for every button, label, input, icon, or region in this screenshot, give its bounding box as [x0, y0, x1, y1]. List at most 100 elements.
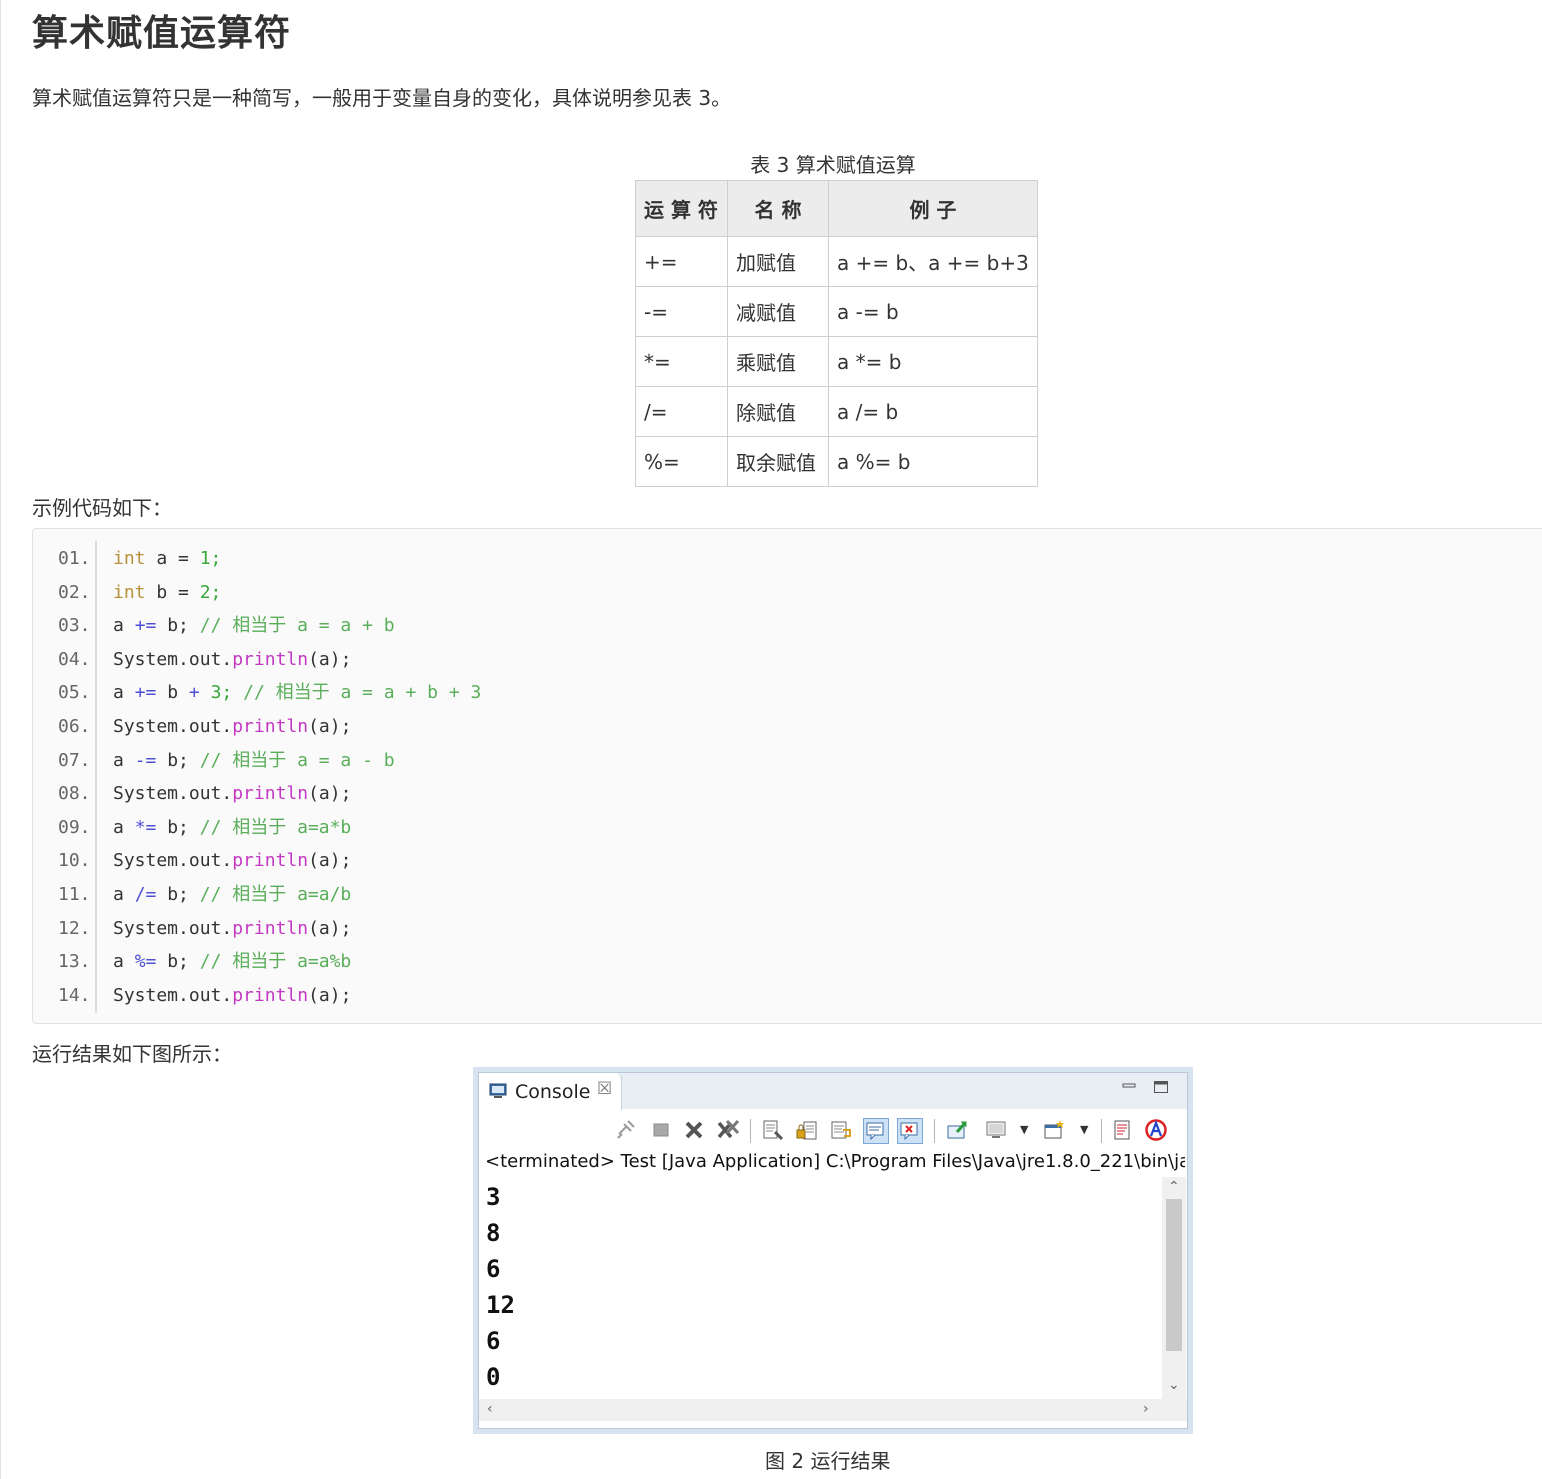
code-line-number: 12. — [58, 917, 91, 939]
code-intro-label: 示例代码如下： — [32, 496, 172, 520]
code-line-text: a *= b; // 相当于 a=a*b — [113, 816, 352, 838]
pin-console-icon[interactable] — [614, 1118, 638, 1142]
chevron-down-icon[interactable]: ▼ — [1020, 1123, 1028, 1136]
terminated-status-line: <terminated> Test [Java Application] C:\… — [485, 1151, 1185, 1172]
maximize-icon[interactable] — [1153, 1079, 1169, 1095]
clear-console-icon[interactable] — [761, 1118, 785, 1142]
page-left-border — [0, 0, 1, 1479]
table-row: %= 取余赋值 a %= b — [635, 436, 1038, 487]
code-line-text: System.out.println(a); — [113, 716, 352, 737]
console-view: Console ☒ ▼ ▼ <terminated> Test [Java Ap… — [478, 1072, 1188, 1429]
code-line: 11. a /= b; // 相当于 a=a/b — [58, 878, 351, 912]
analyze-icon[interactable] — [1144, 1118, 1168, 1142]
scroll-lock-icon[interactable] — [795, 1118, 819, 1142]
table-header-operator: 运 算 符 — [635, 180, 728, 237]
table-cell-name: 除赋值 — [727, 386, 829, 437]
code-line-text: int b = 2; — [113, 581, 222, 603]
code-line-number: 09. — [58, 816, 91, 838]
code-line: 09. a *= b; // 相当于 a=a*b — [58, 811, 351, 845]
scroll-up-icon[interactable]: ⌃ — [1168, 1179, 1180, 1195]
code-line-text: a -= b; // 相当于 a = a - b — [113, 749, 395, 771]
code-line-text: System.out.println(a); — [113, 984, 352, 1006]
code-line-text: System.out.println(a); — [113, 917, 352, 939]
operators-table: 运 算 符 名 称 例 子 += 加赋值 a += b、a += b+3 -= … — [635, 180, 1038, 487]
code-line: 06. System.out.println(a); — [58, 710, 351, 744]
code-line: 05. a += b + 3; // 相当于 a = a + b + 3 — [58, 676, 481, 710]
console-output-line: 12 — [486, 1291, 515, 1319]
code-line-number: 01. — [58, 548, 91, 569]
code-line: 03. a += b; // 相当于 a = a + b — [58, 609, 395, 643]
console-output-line: 3 — [486, 1183, 501, 1211]
code-line: 13. a %= b; // 相当于 a=a%b — [58, 945, 351, 979]
console-output[interactable]: 3 8 6 12 6 0 — [479, 1177, 1159, 1397]
code-line-text: a /= b; // 相当于 a=a/b — [113, 884, 352, 905]
copy-icon[interactable] — [1111, 1118, 1135, 1142]
code-line: 01. int a = 1; — [58, 542, 221, 576]
table-cell-operator: *= — [635, 336, 728, 387]
remove-all-terminated-icon[interactable] — [716, 1118, 740, 1142]
toolbar-separator — [750, 1119, 751, 1143]
table-row: *= 乘赋值 a *= b — [635, 336, 1038, 387]
tab-console-label: Console — [515, 1081, 591, 1103]
console-output-line: 0 — [486, 1363, 501, 1391]
code-line: 07. a -= b; // 相当于 a = a - b — [58, 744, 395, 778]
console-tab-strip: Console ☒ — [479, 1073, 1187, 1110]
table-cell-name: 加赋值 — [727, 236, 829, 287]
table-row: += 加赋值 a += b、a += b+3 — [635, 236, 1038, 287]
show-on-stdout-icon[interactable] — [863, 1118, 889, 1144]
code-line-number: 10. — [58, 850, 91, 872]
table-cell-example: a /= b — [828, 386, 1038, 437]
code-line-number: 07. — [58, 749, 91, 771]
table-cell-name: 减赋值 — [727, 286, 829, 337]
code-line: 08. System.out.println(a); — [58, 777, 351, 811]
table-cell-operator: += — [635, 236, 728, 287]
code-line: 02. int b = 2; — [58, 576, 221, 610]
code-line-number: 02. — [58, 581, 91, 603]
word-wrap-icon[interactable] — [829, 1118, 853, 1142]
result-intro-label: 运行结果如下图所示： — [32, 1042, 232, 1066]
code-line-number: 13. — [58, 951, 91, 973]
table-cell-example: a -= b — [828, 286, 1038, 337]
vertical-scrollbar[interactable]: ⌃ ⌄ — [1162, 1177, 1186, 1399]
console-icon — [489, 1083, 507, 1099]
table-cell-operator: /= — [635, 386, 728, 437]
code-line-number: 06. — [58, 716, 91, 737]
scroll-right-icon[interactable]: › — [1143, 1401, 1149, 1417]
figure-caption: 图 2 运行结果 — [765, 1449, 891, 1473]
table-cell-example: a += b、a += b+3 — [828, 236, 1038, 287]
tab-console[interactable]: Console ☒ — [479, 1073, 622, 1110]
pin-icon[interactable] — [945, 1118, 969, 1142]
show-on-stderr-icon[interactable] — [897, 1118, 923, 1144]
code-line-text: int a = 1; — [113, 548, 222, 569]
code-line: 10. System.out.println(a); — [58, 844, 351, 878]
scrollbar-thumb[interactable] — [1166, 1199, 1182, 1351]
code-line-number: 04. — [58, 648, 91, 670]
table-cell-example: a *= b — [828, 336, 1038, 387]
code-line: 12. System.out.println(a); — [58, 912, 351, 946]
table-cell-name: 取余赋值 — [727, 436, 829, 487]
open-console-icon[interactable] — [1042, 1118, 1066, 1142]
table-cell-example: a %= b — [828, 436, 1038, 487]
scroll-left-icon[interactable]: ‹ — [487, 1401, 493, 1417]
code-line-number: 08. — [58, 783, 91, 805]
display-console-icon[interactable] — [984, 1118, 1008, 1142]
table-row: /= 除赋值 a /= b — [635, 386, 1038, 437]
terminate-icon[interactable] — [649, 1118, 673, 1142]
table-cell-operator: -= — [635, 286, 728, 337]
horizontal-scrollbar[interactable]: ‹ › — [479, 1399, 1187, 1421]
console-output-line: 6 — [486, 1327, 501, 1355]
code-line-number: 03. — [58, 615, 91, 637]
close-icon[interactable]: ☒ — [597, 1079, 612, 1099]
table-cell-name: 乘赋值 — [727, 336, 829, 387]
remove-launch-icon[interactable] — [682, 1118, 706, 1142]
code-line-text: a += b; // 相当于 a = a + b — [113, 615, 395, 637]
scroll-down-icon[interactable]: ⌄ — [1168, 1377, 1180, 1393]
console-screenshot: Console ☒ ▼ ▼ <terminated> Test [Java Ap… — [473, 1067, 1193, 1434]
code-line-text: System.out.println(a); — [113, 850, 352, 872]
chevron-down-icon[interactable]: ▼ — [1080, 1123, 1088, 1136]
console-output-line: 6 — [486, 1255, 501, 1283]
console-output-line: 8 — [486, 1219, 501, 1247]
code-line: 04. System.out.println(a); — [58, 643, 351, 677]
minimize-icon[interactable] — [1121, 1079, 1137, 1095]
code-line-number: 14. — [58, 984, 91, 1006]
